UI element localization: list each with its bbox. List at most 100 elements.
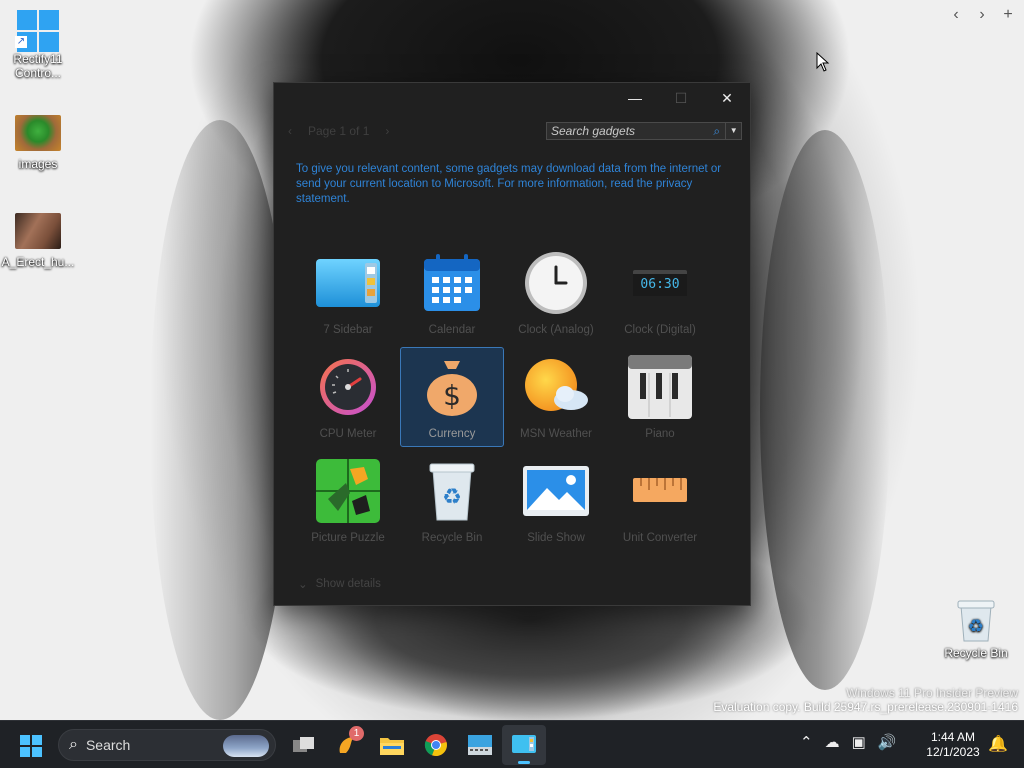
forward-arrow-icon[interactable]: › <box>974 6 990 24</box>
gadget-label: Currency <box>428 428 476 440</box>
windows-logo-icon: ↗ <box>15 10 61 52</box>
gadget-grid: 7 Sidebar Calendar Clock (Analog) 06:30 … <box>296 243 728 555</box>
watermark-line1: Windows 11 Pro Insider Preview <box>846 686 1018 700</box>
gadget-tile-recycle-bin[interactable]: ♻ Recycle Bin <box>400 451 504 551</box>
taskbar-app-wall[interactable]: 1 <box>326 725 370 765</box>
search-gadgets-input[interactable] <box>547 123 708 139</box>
taskbar-gadgets[interactable] <box>502 725 546 765</box>
prev-page-icon[interactable]: ‹ <box>288 124 292 138</box>
gadget-label: Unit Converter <box>622 532 698 544</box>
watermark-line2: Evaluation copy. Build 25947.rs_prerelea… <box>713 700 1018 714</box>
privacy-notice[interactable]: To give you relevant content, some gadge… <box>296 162 726 207</box>
gadget-label: Slide Show <box>527 532 585 544</box>
gadget-tile-calendar[interactable]: Calendar <box>400 243 504 343</box>
gadget-tile-slide-show[interactable]: Slide Show <box>504 451 608 551</box>
show-details-label: Show details <box>315 578 381 590</box>
gadget-tile-currency[interactable]: $ Currency <box>400 347 504 447</box>
task-view-icon <box>293 737 314 752</box>
pager: ‹ Page 1 of 1 › <box>288 124 389 138</box>
next-page-icon[interactable]: › <box>385 124 389 138</box>
weather-icon <box>521 354 591 420</box>
close-button[interactable]: ✕ <box>704 83 750 113</box>
back-arrow-icon[interactable]: ‹ <box>948 6 964 24</box>
notification-bell-icon[interactable]: 🔔 <box>988 734 1008 754</box>
windows-logo-icon <box>20 735 42 757</box>
taskbar-search-label: Search <box>85 737 131 753</box>
desktop-icon-image-file[interactable]: A_Erect_hu... <box>0 213 76 269</box>
screen-keyboard-icon <box>468 735 492 755</box>
puzzle-icon <box>313 458 383 524</box>
taskbar-chrome[interactable] <box>414 725 458 765</box>
gadget-label: 7 Sidebar <box>323 324 373 336</box>
gadget-tile-msn-weather[interactable]: MSN Weather <box>504 347 608 447</box>
gadget-tile-piano[interactable]: Piano <box>608 347 712 447</box>
gadget-tile-7-sidebar[interactable]: 7 Sidebar <box>296 243 400 343</box>
desktop-icon-label: images <box>18 157 58 171</box>
svg-text:♻: ♻ <box>968 616 984 637</box>
piano-icon <box>625 354 695 420</box>
dropdown-icon[interactable]: ▼ <box>725 123 741 139</box>
search-highlight-image <box>223 735 269 757</box>
gadgets-window: — ☐ ✕ ‹ Page 1 of 1 › ⌕ ▼ To give you re… <box>273 82 751 606</box>
gadget-tile-clock-digital[interactable]: 06:30 Clock (Digital) <box>608 243 712 343</box>
desktop-icon-label: Contro... <box>14 66 62 80</box>
top-right-controls: ‹ › + <box>948 6 1016 24</box>
analog-clock-icon <box>521 250 591 316</box>
taskbar-search[interactable]: ⌕ Search <box>58 729 276 761</box>
sidebar-icon <box>313 250 383 316</box>
minimize-button[interactable]: — <box>612 83 658 113</box>
desktop-icon-images[interactable]: images <box>0 115 76 171</box>
show-details-toggle[interactable]: ⌄ Show details <box>298 577 381 591</box>
chevron-down-icon: ⌄ <box>298 579 308 591</box>
desktop-icon-label: Rectify11 <box>13 52 63 66</box>
start-button[interactable] <box>20 735 42 757</box>
recycle-bin-icon: ♻ <box>417 458 487 524</box>
title-bar-buttons: — ☐ ✕ <box>612 83 750 113</box>
task-view-button[interactable] <box>282 725 326 765</box>
chrome-icon <box>424 734 447 757</box>
clock-time: 1:44 AM <box>930 730 976 744</box>
ruler-icon <box>625 458 695 524</box>
gadgets-sidebar-icon <box>512 735 536 753</box>
page-indicator: Page 1 of 1 <box>308 124 370 138</box>
gadget-label: CPU Meter <box>319 428 377 440</box>
volume-icon[interactable]: 🔊 <box>878 733 897 751</box>
gadget-label: Clock (Analog) <box>518 324 594 336</box>
image-thumbnail-icon <box>15 213 61 251</box>
notification-badge: 1 <box>349 726 364 741</box>
gadget-label: Picture Puzzle <box>311 532 385 544</box>
svg-text:$: $ <box>443 379 461 412</box>
gadget-tile-clock-analog[interactable]: Clock (Analog) <box>504 243 608 343</box>
gadget-label: MSN Weather <box>519 428 592 440</box>
network-icon[interactable]: ▣ <box>852 733 866 751</box>
build-watermark: Windows 11 Pro Insider Preview Evaluatio… <box>713 686 1018 714</box>
taskbar-file-explorer[interactable] <box>370 725 414 765</box>
cpu-meter-icon <box>313 354 383 420</box>
svg-text:♻: ♻ <box>442 485 462 510</box>
search-icon: ⌕ <box>69 736 78 753</box>
gadget-label: Recycle Bin <box>421 532 483 544</box>
shortcut-arrow-icon: ↗ <box>15 36 27 48</box>
gadget-label: Calendar <box>428 324 476 336</box>
desktop-icon-rectify11[interactable]: ↗ Rectify11 Contro... <box>0 10 76 80</box>
maximize-button[interactable]: ☐ <box>658 83 704 113</box>
taskbar-keyboard-app[interactable] <box>458 725 502 765</box>
image-thumbnail-icon <box>15 115 61 153</box>
add-icon[interactable]: + <box>1000 6 1016 24</box>
chevron-up-icon[interactable]: ⌃ <box>800 733 813 751</box>
search-gadgets-box: ⌕ ▼ <box>546 122 742 140</box>
clock[interactable]: 1:44 AM 12/1/2023 <box>918 730 988 760</box>
slideshow-icon <box>521 458 591 524</box>
desktop-icon-label: Recycle Bin <box>944 646 1008 660</box>
gadget-tile-cpu-meter[interactable]: CPU Meter <box>296 347 400 447</box>
gadget-tile-unit-converter[interactable]: Unit Converter <box>608 451 712 551</box>
desktop-icon-recycle-bin[interactable]: ♻ Recycle Bin <box>940 598 1012 660</box>
system-tray: ⌃ ☁ ▣ 🔊 <box>800 733 896 751</box>
recycle-bin-icon: ♻ <box>956 598 996 642</box>
currency-icon: $ <box>417 354 487 420</box>
cloud-offline-icon[interactable]: ☁ <box>825 733 840 751</box>
search-icon[interactable]: ⌕ <box>708 124 725 139</box>
folder-icon <box>380 738 404 755</box>
gadget-tile-picture-puzzle[interactable]: Picture Puzzle <box>296 451 400 551</box>
desktop-icon-label: A_Erect_hu... <box>1 255 75 269</box>
